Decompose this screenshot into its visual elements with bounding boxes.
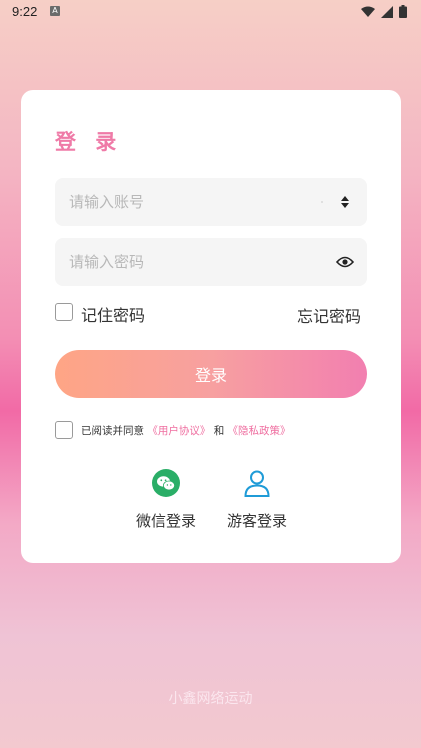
forgot-password-link[interactable]: 忘记密码 [297,303,361,327]
remember-checkbox[interactable] [55,303,73,321]
user-agreement-link[interactable]: 《用户协议》 [147,425,210,437]
field-dot [321,201,323,203]
remember-label: 记住密码 [81,306,146,325]
agree-checkbox[interactable] [55,421,73,439]
status-icons [361,5,407,22]
guest-login-label: 游客登录 [226,512,287,530]
footer-brand: 小鑫网络运动 [168,691,253,707]
agreement-text: 已阅读并同意 《用户协议》 和 《隐私政策》 [81,423,291,438]
eye-icon[interactable] [335,252,355,272]
account-field [55,178,367,226]
wechat-login-label: 微信登录 [135,512,196,530]
wifi-icon [361,6,375,22]
status-time: 9:22 [12,4,38,19]
agree-prefix: 已阅读并同意 [81,425,144,437]
and-text: 和 [213,425,225,437]
guest-login-button[interactable]: 游客登录 [217,468,297,531]
up-down-chevron-icon[interactable] [335,192,355,212]
user-icon [242,468,272,498]
notification-icon: A [50,6,60,16]
wechat-login-button[interactable]: 微信登录 [126,468,206,531]
battery-icon [399,5,407,22]
page-title: 登 录 [55,130,123,154]
login-card: 登 录 记住密码 忘记密码 登录 已阅读并同意 《用户协议》 和 《隐私政策》 [21,90,401,563]
wechat-icon [151,468,181,498]
status-bar: 9:22 A [0,0,421,24]
login-button[interactable]: 登录 [55,350,367,398]
password-input[interactable] [55,238,367,286]
privacy-policy-link[interactable]: 《隐私政策》 [228,425,291,437]
signal-icon [381,5,393,22]
password-field [55,238,367,286]
